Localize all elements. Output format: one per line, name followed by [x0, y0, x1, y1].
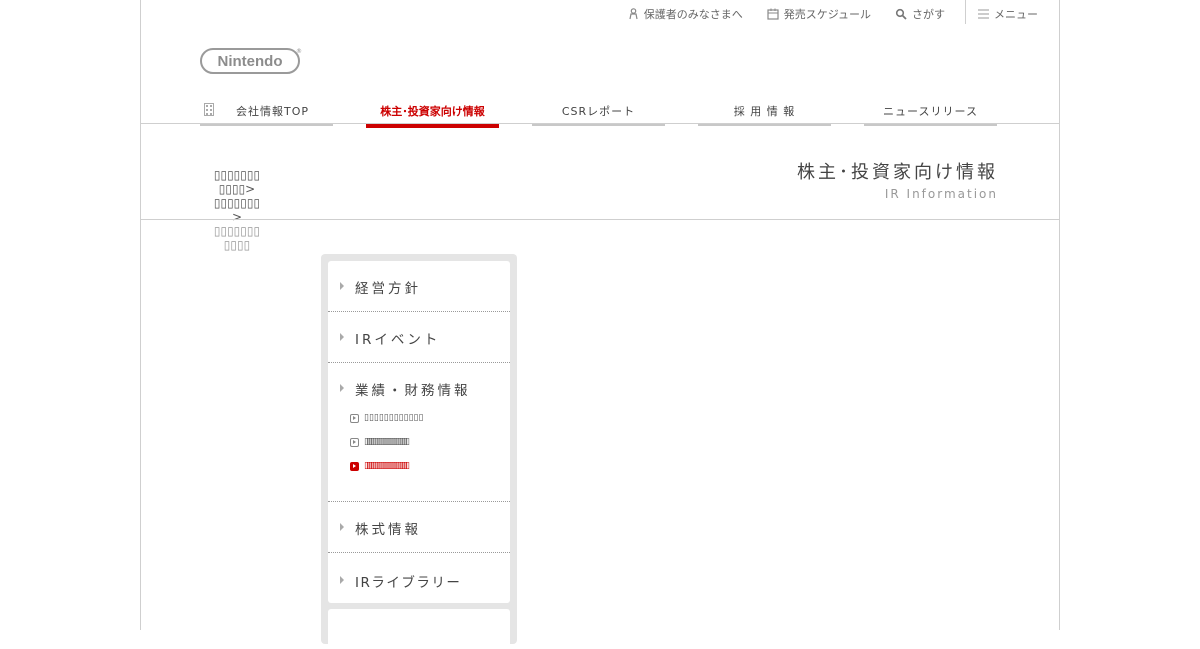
breadcrumb: ▯▯▯▯▯▯▯▯▯▯▯> ▯▯▯▯▯▯▯> ▯▯▯▯▯▯▯▯▯▯▯: [211, 168, 263, 252]
tab-label: 採 用 情 報: [733, 105, 796, 118]
person-icon: [629, 8, 638, 20]
utility-divider: [965, 0, 966, 24]
nintendo-logo[interactable]: Nintendo ®: [200, 48, 302, 74]
breadcrumb-current: ▯▯▯▯▯▯▯▯▯▯▯: [213, 224, 261, 252]
tab-label: CSRレポート: [561, 105, 636, 118]
breadcrumb-link-1[interactable]: ▯▯▯▯▯▯▯▯▯▯▯>: [211, 168, 263, 196]
title-divider: [141, 219, 1059, 220]
chevron-right-icon: [340, 333, 344, 341]
page-title: 株主･投資家向け情報: [797, 162, 998, 183]
sidebar-menu-secondary: [328, 609, 510, 649]
sidebar: 経営方針 IRイベント 業績・財務情報 ▯▯▯▯▯▯▯▯▯▯▯▯ ▯▯▯▯▯▯▯…: [321, 254, 517, 649]
logo-registered-mark: ®: [296, 48, 302, 55]
sidebar-item-label: 業績・財務情報: [355, 383, 471, 399]
tab-label: 株主･投資家向け情報: [380, 105, 485, 118]
schedule-label: 発売スケジュール: [783, 8, 871, 21]
sidebar-item-label: IRライブラリー: [355, 575, 462, 591]
bullet-arrow-icon: [350, 413, 359, 423]
guardians-label: 保護者のみなさまへ: [643, 8, 743, 21]
sidebar-item-financial-info[interactable]: 業績・財務情報 ▯▯▯▯▯▯▯▯▯▯▯▯ ▯▯▯▯▯▯▯▯▯▯▯▯▯▯▯▯▯▯▯…: [328, 363, 510, 502]
utility-nav: 保護者のみなさまへ 発売スケジュール さがす メニュー: [604, 0, 1059, 24]
sidebar-item-label: IRイベント: [355, 332, 441, 348]
header-divider: [141, 123, 1059, 124]
sidebar-item-label: 経営方針: [355, 281, 421, 297]
hamburger-icon: [978, 9, 989, 19]
building-icon: [204, 103, 214, 116]
tab-label: 会社情報TOP: [235, 105, 309, 118]
bullet-arrow-icon: [350, 437, 359, 447]
sidebar-subitem-label: ▯▯▯▯▯▯▯▯▯▯▯▯: [364, 413, 424, 423]
chevron-right-icon: [340, 282, 344, 290]
search-label: さがす: [912, 8, 945, 21]
sidebar-item-ir-library[interactable]: IRライブラリー: [328, 553, 510, 603]
chevron-right-icon: [340, 384, 344, 392]
sidebar-item-management-policy[interactable]: 経営方針: [328, 261, 510, 312]
search-link[interactable]: さがす: [895, 6, 945, 22]
sidebar-subitem[interactable]: ▯▯▯▯▯▯▯▯▯▯▯▯: [350, 413, 423, 423]
sidebar-item-stock-info[interactable]: 株式情報: [328, 502, 510, 553]
search-icon: [895, 8, 907, 20]
sidebar-item-ir-events[interactable]: IRイベント: [328, 312, 510, 363]
guardians-link[interactable]: 保護者のみなさまへ: [628, 6, 743, 22]
sidebar-item-label: 株式情報: [355, 522, 421, 538]
schedule-link[interactable]: 発売スケジュール: [767, 6, 871, 22]
menu-label: メニュー: [994, 8, 1038, 21]
logo-wordmark: Nintendo: [200, 48, 300, 74]
sidebar-menu: 経営方針 IRイベント 業績・財務情報 ▯▯▯▯▯▯▯▯▯▯▯▯ ▯▯▯▯▯▯▯…: [328, 261, 510, 603]
sidebar-subitem-current[interactable]: ▯▯▯▯▯▯▯▯▯▯▯▯▯▯▯▯▯▯▯▯▯▯: [350, 461, 410, 471]
calendar-icon: [767, 8, 779, 20]
menu-button[interactable]: メニュー: [978, 6, 1038, 22]
page-subtitle: IR Information: [884, 187, 998, 201]
global-nav: 会社情報TOP 株主･投資家向け情報 CSRレポート 採 用 情 報 ニュースリ…: [200, 100, 1000, 130]
chevron-right-icon: [340, 523, 344, 531]
chevron-right-icon: [340, 576, 344, 584]
tab-label: ニュースリリース: [883, 105, 978, 118]
page-title-block: 株主･投資家向け情報 IR Information: [797, 158, 998, 201]
page-frame: 保護者のみなさまへ 発売スケジュール さがす メニュー Nintendo ® 会…: [140, 0, 1060, 649]
sidebar-subitem-label: ▯▯▯▯▯▯▯▯▯▯▯▯▯▯▯▯▯▯▯▯▯▯: [364, 461, 410, 471]
sidebar-subitem-label: ▯▯▯▯▯▯▯▯▯▯▯▯▯▯▯▯▯▯▯▯▯▯: [364, 437, 410, 447]
sidebar-subitem[interactable]: ▯▯▯▯▯▯▯▯▯▯▯▯▯▯▯▯▯▯▯▯▯▯: [350, 437, 410, 447]
bullet-arrow-icon: [350, 461, 359, 471]
